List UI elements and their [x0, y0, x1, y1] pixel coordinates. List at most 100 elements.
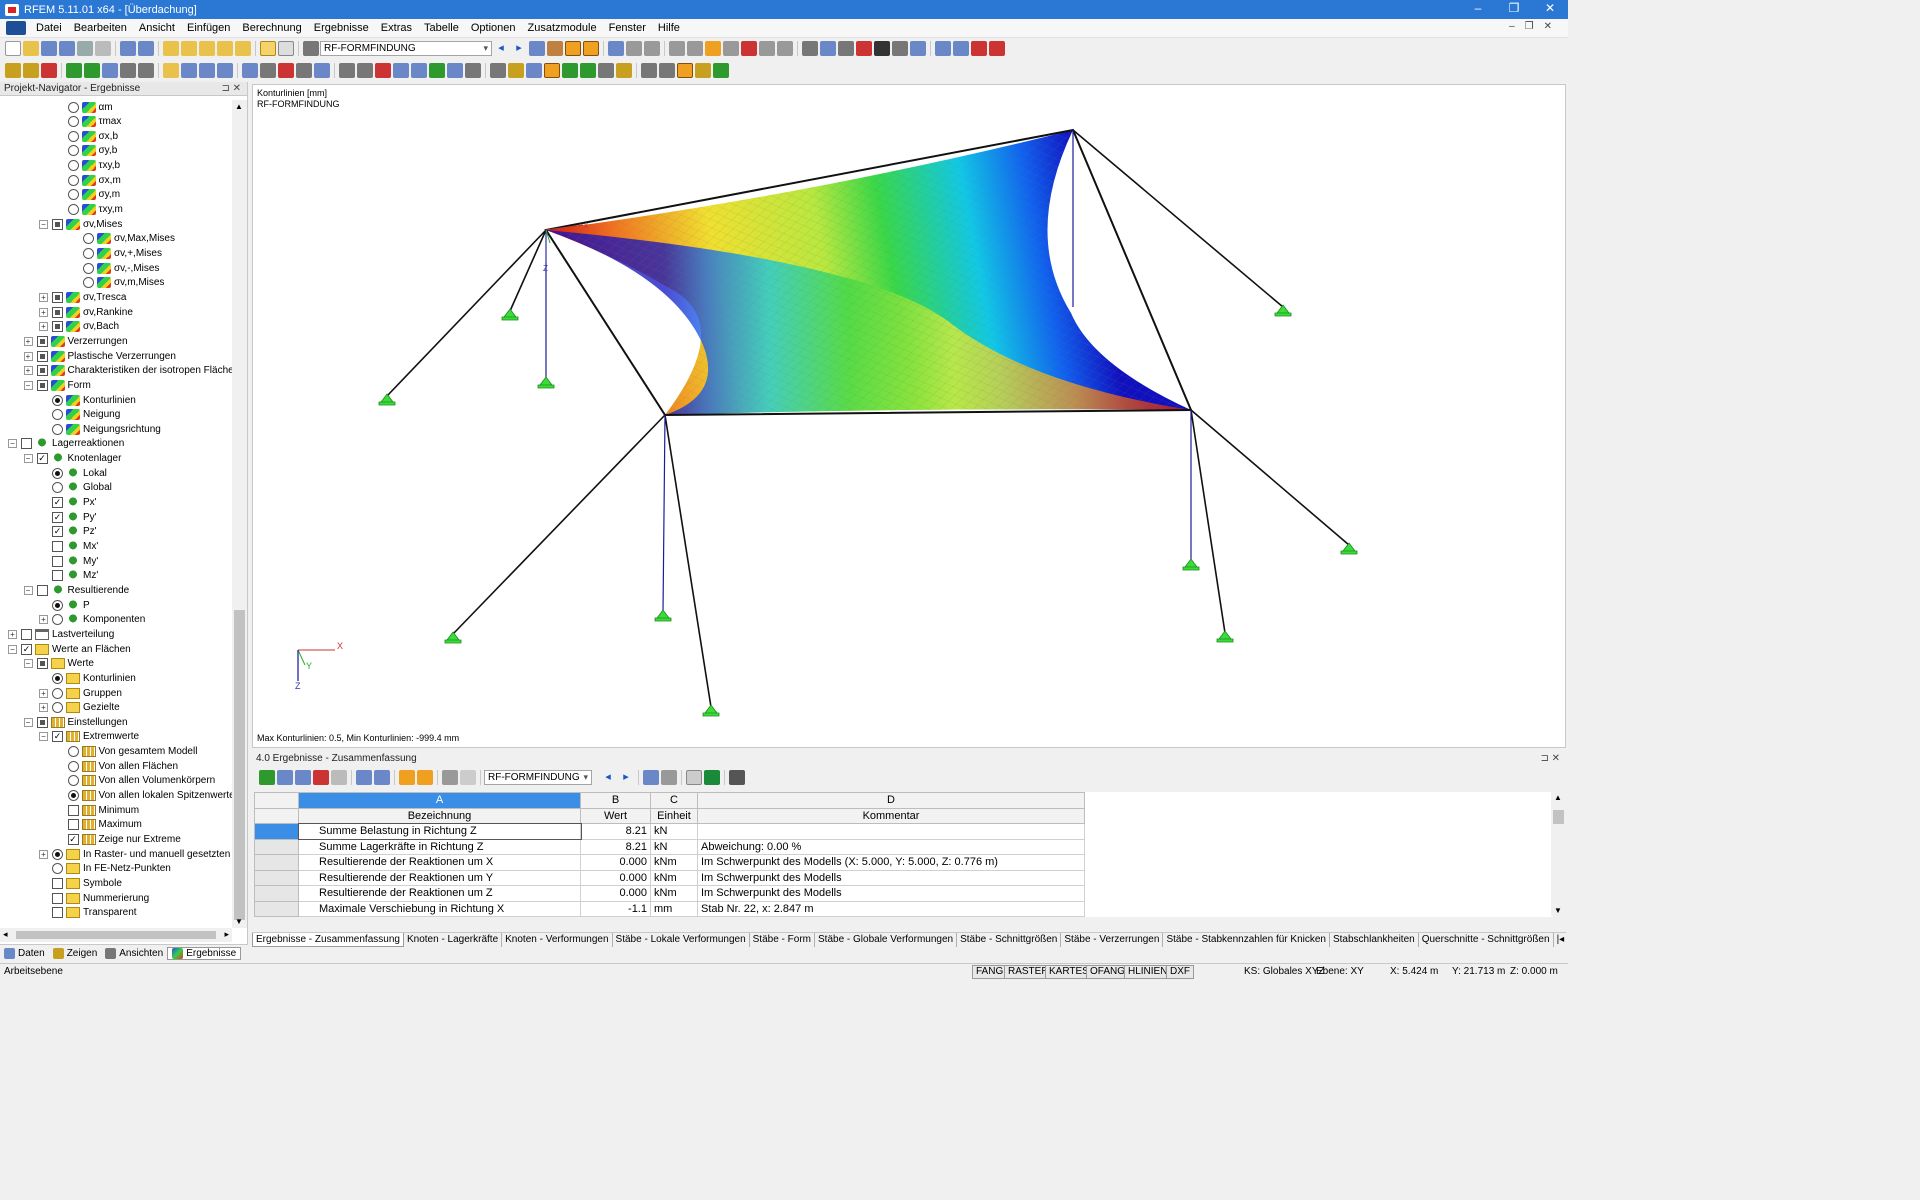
table-copy-icon[interactable] [331, 769, 347, 785]
checkbox[interactable]: ✓ [52, 511, 63, 523]
tree-item[interactable]: − Werte [23, 657, 94, 671]
tree-item[interactable]: Neigungsrichtung [39, 422, 161, 436]
tree-item[interactable]: In FE-Netz-Punkten [39, 862, 171, 876]
tools-icon[interactable] [910, 41, 926, 56]
sheet-tab[interactable]: Stabschlankheiten [1330, 933, 1419, 947]
view-icon[interactable] [608, 41, 624, 56]
measure-icon[interactable] [838, 41, 854, 56]
tree-item[interactable]: σx,b [55, 129, 118, 143]
tree-item[interactable]: + Gruppen [39, 686, 122, 700]
checkbox[interactable] [52, 555, 63, 567]
expand-icon[interactable]: + [39, 615, 48, 625]
tree-item[interactable]: + Verzerrungen [23, 334, 128, 348]
checkbox[interactable]: ✓ [36, 453, 48, 465]
tree-item[interactable]: ✓ Py' [39, 510, 97, 524]
radio-button[interactable] [52, 672, 63, 684]
calculate-icon[interactable] [529, 41, 545, 56]
radio-button[interactable] [67, 204, 79, 216]
expand-icon[interactable]: + [8, 629, 17, 639]
export-icon[interactable] [935, 41, 951, 56]
cell-bezeichnung[interactable]: Resultierende der Reaktionen um Y [298, 869, 581, 886]
checkbox[interactable] [36, 335, 48, 347]
tree-item[interactable]: ✓ Pz' [39, 525, 97, 539]
sheet-tab[interactable]: Ergebnisse - Zusammenfassung [252, 933, 404, 947]
colors-icon[interactable] [526, 63, 542, 78]
radio-button[interactable] [52, 467, 63, 479]
expand-icon[interactable]: + [23, 336, 33, 346]
table-row[interactable]: Resultierende der Reaktionen um X 0.000 kN… [254, 854, 1553, 871]
collapse-icon[interactable]: − [39, 732, 48, 742]
menu-einfuegen[interactable]: Einfügen [181, 22, 236, 34]
tree-item[interactable]: Transparent [39, 906, 137, 920]
hinge-tool-icon[interactable] [84, 63, 100, 78]
navigator-pin-close-buttons[interactable]: ⊐ ✕ [221, 82, 241, 95]
table-filter-icon[interactable] [295, 769, 311, 785]
tree-item[interactable]: − Lagerreaktionen [8, 437, 124, 451]
cell-bezeichnung[interactable]: Resultierende der Reaktionen um X [298, 854, 581, 871]
collapse-icon[interactable]: − [23, 659, 33, 669]
expand-icon[interactable]: + [39, 688, 48, 698]
collapse-icon[interactable]: − [8, 644, 17, 654]
results-scrollbar[interactable]: ▲ ▼ [1551, 792, 1566, 916]
radio-button[interactable] [67, 130, 79, 142]
checkbox[interactable] [36, 716, 48, 728]
row-header[interactable] [254, 838, 299, 855]
numbering-icon[interactable] [508, 63, 524, 78]
open-folder-icon[interactable] [23, 41, 39, 56]
tree-item[interactable]: σx,m [55, 173, 121, 187]
side-view-icon[interactable] [447, 63, 463, 78]
sheet-tab[interactable]: Stäbe - Lokale Verformungen [613, 933, 750, 947]
menu-optionen[interactable]: Optionen [465, 22, 522, 34]
tree-item[interactable]: + σv,Tresca [39, 290, 126, 304]
scroll-up-icon[interactable]: ▲ [235, 102, 243, 111]
menu-ergebnisse[interactable]: Ergebnisse [308, 22, 375, 34]
checkbox[interactable]: ✓ [52, 526, 63, 538]
solid-icon[interactable] [705, 41, 721, 56]
results-icon[interactable] [547, 41, 563, 56]
results-display-icon[interactable] [580, 63, 596, 78]
table-icon[interactable] [260, 41, 276, 56]
cell-kommentar[interactable]: Abweichung: 0.00 % [697, 838, 1085, 855]
surfaces-icon[interactable] [777, 41, 793, 56]
radio-button[interactable] [67, 746, 79, 758]
section-tool-icon[interactable] [163, 63, 179, 78]
column-letter-d[interactable]: D [697, 792, 1085, 809]
snap-toggle[interactable]: FANG [972, 965, 1008, 979]
solid-tool-icon[interactable] [138, 63, 154, 78]
menu-hilfe[interactable]: Hilfe [652, 22, 686, 34]
tree-item[interactable]: − ✓ Extremwerte [39, 730, 139, 744]
radio-button[interactable] [52, 409, 63, 421]
tab-ergebnisse[interactable]: Ergebnisse [167, 947, 242, 960]
expand-icon[interactable]: + [39, 292, 48, 302]
radio-button[interactable] [67, 775, 79, 787]
collapse-icon[interactable]: − [23, 380, 33, 390]
row-header[interactable] [254, 885, 299, 902]
result-values-icon[interactable] [583, 41, 599, 56]
radio-button[interactable] [67, 145, 79, 157]
support-tool-icon[interactable] [66, 63, 82, 78]
checkbox[interactable] [21, 438, 32, 450]
maximize-button[interactable]: ❐ [1496, 0, 1532, 19]
grid-icon[interactable] [278, 41, 294, 56]
model-graphic[interactable]: x Z X Y Z [253, 85, 1565, 747]
table-import-icon[interactable] [277, 769, 293, 785]
collapse-icon[interactable]: − [23, 454, 33, 464]
tree-item[interactable]: σv,m,Mises [70, 276, 164, 290]
screenshot-icon[interactable] [641, 63, 657, 78]
table-prev-icon[interactable] [356, 769, 372, 785]
cell-bezeichnung[interactable]: Summe Lagerkräfte in Richtung Z [298, 838, 581, 855]
cell-wert[interactable]: 8.21 [580, 823, 651, 840]
table-row[interactable]: Summe Belastung in Richtung Z 8.21 kN [254, 822, 1553, 840]
values-icon[interactable] [598, 63, 614, 78]
tree-item[interactable]: + Lastverteilung [8, 627, 114, 641]
sheet-tab[interactable]: Knoten - Lagerkräfte [404, 933, 503, 947]
node-tool-icon[interactable] [5, 63, 21, 78]
tree-item[interactable]: + Plastische Verzerrungen [23, 349, 176, 363]
tree-item[interactable]: Lokal [39, 466, 107, 480]
column-letter-c[interactable]: C [650, 792, 698, 809]
collapse-icon[interactable]: − [23, 717, 33, 727]
checkbox[interactable] [52, 306, 63, 318]
sheet-tab[interactable]: Stäbe - Verzerrungen [1061, 933, 1164, 947]
row-header[interactable] [254, 900, 299, 917]
table-row[interactable]: Resultierende der Reaktionen um Z 0.000 kN… [254, 885, 1553, 902]
